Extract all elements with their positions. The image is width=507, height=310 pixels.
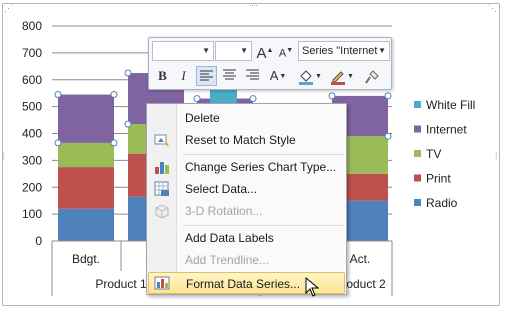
menu-item-delete[interactable]: Delete (148, 107, 345, 129)
menu-item-label: Format Data Series... (186, 277, 301, 291)
chevron-down-icon[interactable]: ▼ (202, 42, 210, 60)
align-right-icon (246, 69, 259, 80)
selection-handle (328, 92, 336, 100)
bar-segment[interactable] (58, 142, 114, 168)
y-tick-label: 0 (35, 234, 42, 248)
font-color-icon: A (269, 68, 279, 83)
align-right-button[interactable] (242, 66, 263, 86)
bar-segment[interactable] (58, 208, 114, 241)
excel-chart-area: ⋰ ⋱ ···· ⁞ ⁞ 0 100 200 300 400 500 600 700 800 B… (0, 0, 507, 310)
legend-swatch (414, 174, 421, 182)
x-category-label: Act. (350, 252, 371, 266)
selection-handle (124, 120, 132, 128)
shrink-font-button[interactable]: A▼ (276, 41, 296, 61)
legend-swatch (414, 199, 421, 206)
bar-segment[interactable] (58, 167, 114, 209)
format-painter-button[interactable] (361, 66, 383, 86)
legend-label: TV (426, 147, 441, 161)
menu-item-label: Reset to Match Style (185, 133, 296, 147)
align-left-button[interactable] (196, 66, 217, 86)
selection-handle (110, 139, 118, 147)
chart-element-value: Series "Internet (302, 45, 378, 57)
selection-handle (124, 69, 132, 77)
italic-button[interactable]: I (174, 66, 193, 86)
y-tick-label: 700 (22, 46, 42, 60)
select-data-icon (154, 181, 169, 196)
y-axis-tick-labels: 0 100 200 300 400 500 600 700 800 (22, 19, 42, 248)
menu-item-reset-to-match-style[interactable]: Reset to Match Style (148, 129, 345, 151)
bold-button[interactable]: B (153, 66, 172, 86)
menu-item-label: Add Trendline... (185, 253, 270, 267)
bold-icon: B (158, 68, 167, 83)
font-size-combo[interactable]: ▼ (215, 41, 252, 61)
menu-item-label: Delete (185, 111, 220, 125)
legend: White Fill Internet TV Print Radio (414, 98, 475, 210)
chevron-down-icon[interactable]: ▼ (378, 42, 386, 60)
align-left-icon (200, 70, 213, 81)
grow-font-button[interactable]: A▲ (255, 41, 275, 62)
legend-label: Print (426, 172, 451, 186)
bar-segment[interactable] (58, 94, 114, 143)
x-category-label: Bdgt. (72, 252, 100, 266)
selection-handle (384, 92, 392, 100)
menu-item-3d-rotation[interactable]: 3-D Rotation... (148, 200, 345, 222)
selection-handle (54, 91, 62, 99)
menu-item-add-data-labels[interactable]: Add Data Labels (148, 227, 345, 249)
menu-item-label: Add Data Labels (185, 231, 274, 245)
legend-swatch (414, 150, 421, 157)
menu-separator (183, 154, 344, 155)
legend-swatch (414, 125, 421, 133)
align-center-button[interactable] (219, 66, 240, 86)
menu-item-add-trendline[interactable]: Add Trendline... (148, 249, 345, 271)
menu-item-label: 3-D Rotation... (185, 204, 263, 218)
chart-element-selector[interactable]: Series "Internet ▼ (298, 41, 390, 61)
format-painter-icon (365, 69, 379, 84)
selection-handle (54, 139, 62, 147)
font-color-button[interactable]: A▼ (265, 66, 291, 86)
menu-item-label: Select Data... (185, 182, 258, 196)
y-tick-label: 400 (22, 127, 42, 141)
selection-handle (193, 95, 201, 103)
italic-icon: I (181, 68, 186, 83)
y-tick-label: 100 (22, 207, 42, 221)
legend-swatch (414, 101, 421, 108)
font-name-combo[interactable]: ▼ (152, 41, 214, 61)
menu-separator (183, 225, 344, 226)
y-tick-label: 500 (22, 100, 42, 114)
chart-type-icon (155, 162, 169, 174)
selection-handle (384, 132, 392, 140)
reset-style-icon (154, 134, 169, 147)
format-series-icon (154, 276, 170, 290)
align-center-icon (223, 69, 236, 80)
y-tick-label: 600 (22, 73, 42, 87)
menu-item-label: Change Series Chart Type... (185, 160, 337, 174)
menu-item-change-series-chart-type[interactable]: Change Series Chart Type... (148, 156, 345, 178)
grow-font-icon: A (256, 45, 267, 62)
selection-handle (249, 95, 257, 103)
legend-label: White Fill (426, 98, 475, 112)
context-menu: Delete Reset to Match Style Change Serie… (146, 103, 347, 295)
legend-label: Radio (426, 196, 458, 210)
mini-toolbar: ▼ ▼ A▲ A▼ Series "Internet ▼ B I A▼ ▼ ▼ (148, 37, 392, 90)
chevron-down-icon[interactable]: ▼ (240, 42, 248, 60)
paint-bucket-icon (299, 69, 314, 85)
white-fill-bar-segment (210, 89, 237, 103)
pen-outline-icon (331, 70, 346, 85)
rotation-3d-icon (155, 204, 169, 219)
y-tick-label: 200 (22, 180, 42, 194)
outline-color-button[interactable]: ▼ (327, 66, 357, 86)
y-tick-label: 800 (22, 19, 42, 33)
mouse-pointer-icon (305, 277, 319, 297)
menu-item-select-data[interactable]: Select Data... (148, 178, 345, 200)
y-tick-label: 300 (22, 153, 42, 167)
fill-color-button[interactable]: ▼ (295, 66, 325, 86)
x-group-label: Product 1 (95, 277, 147, 291)
legend-label: Internet (426, 123, 467, 137)
selection-handle (110, 91, 118, 99)
